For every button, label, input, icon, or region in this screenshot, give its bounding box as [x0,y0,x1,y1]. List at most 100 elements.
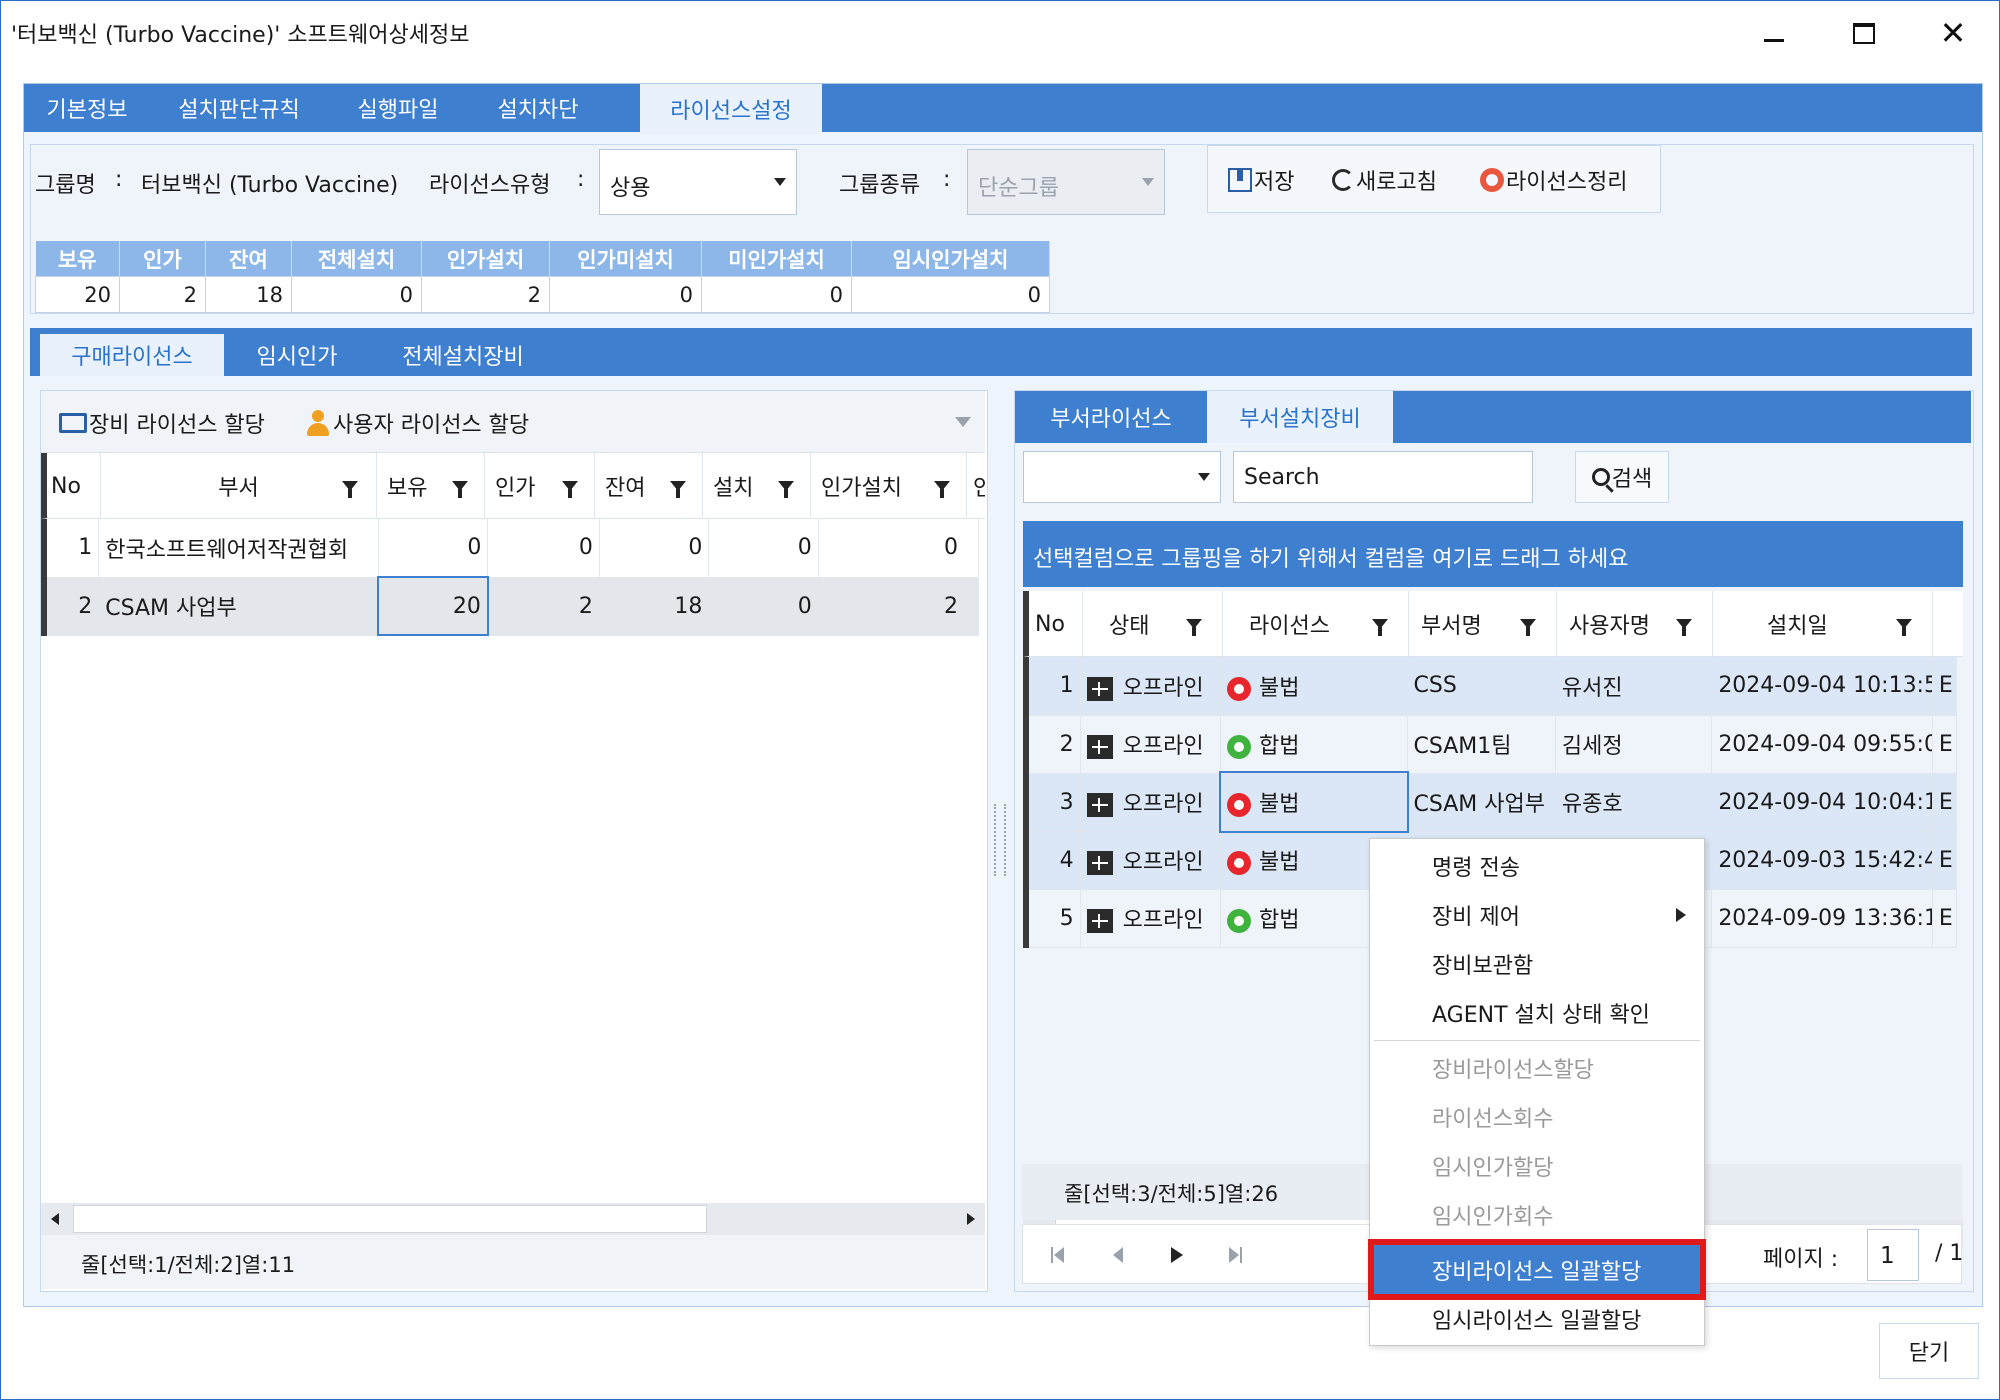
cell-extra: E [1932,657,1958,716]
filter-icon[interactable] [342,481,358,498]
col-header-user-name[interactable]: 사용자명 [1557,591,1713,657]
first-page-icon[interactable] [1051,1247,1065,1263]
status-text: 오프라인 [1122,908,1204,933]
cell-owned[interactable]: 20 [377,576,489,636]
maximize-button[interactable] [1834,9,1894,57]
col-header-installed[interactable]: 설치 [703,453,811,519]
table-row[interactable]: 3 오프라인 불법 CSAM 사업부 유종호 2024-09-04 10:04:12 E [1026,771,1958,833]
license-type-select[interactable]: 상용 [599,149,797,215]
close-dialog-button[interactable]: 닫기 [1879,1323,1979,1379]
col-header-no[interactable]: No [1029,591,1083,657]
table-row[interactable]: 2 오프라인 합법 CSAM1팀 김세정 2024-09-04 09:55:07 E [1026,715,1958,774]
filter-icon[interactable] [452,481,468,498]
menu-item-bulk-temp-license-assign[interactable]: 임시라이선스 일괄할당 [1370,1294,1704,1343]
summary-header: 미인가설치 [701,241,852,277]
col-header-owned[interactable]: 보유 [377,453,485,519]
table-row[interactable]: 1 한국소프트웨어저작권협회 0 0 0 0 0 [44,519,980,578]
last-page-icon[interactable] [1229,1247,1243,1263]
license-text: 불법 [1259,850,1300,875]
group-name-sep: : [115,167,123,192]
tab-dept-license[interactable]: 부서라이선스 [1015,391,1207,443]
search-input[interactable]: Search [1233,451,1533,503]
filter-icon[interactable] [1520,619,1536,636]
close-window-button[interactable]: ✕ [1923,9,1983,57]
refresh-icon [1332,169,1354,191]
tab-install-rules[interactable]: 설치판단규칙 [150,84,328,132]
license-text: 불법 [1259,792,1300,817]
col-header-dept-name[interactable]: 부서명 [1409,591,1557,657]
cell-installed: 0 [708,577,819,636]
collapse-toolbar-icon[interactable] [955,417,971,427]
menu-item-send-command[interactable]: 명령 전송 [1370,841,1704,890]
right-tab-bar: 부서라이선스 부서설치장비 [1015,391,1971,443]
filter-icon[interactable] [562,481,578,498]
group-kind-label: 그룹종류 [839,173,920,198]
group-by-drop-area[interactable]: 선택컬럼으로 그룹핑을 하기 위해서 컬럼을 여기로 드래그 하세요 [1023,521,1963,587]
license-type-sep: : [577,167,585,192]
table-row[interactable]: 1 오프라인 불법 CSS 유서진 2024-09-04 10:13:58 E [1026,657,1958,716]
tab-basic-info[interactable]: 기본정보 [24,84,150,132]
summary-value: 2 [119,276,206,313]
tab-purchased-license[interactable]: 구매라이선스 [40,334,224,376]
offline-icon [1086,851,1113,875]
cell-installed: 0 [708,519,819,578]
prev-page-icon[interactable] [1113,1247,1123,1263]
tab-all-install-devices[interactable]: 전체설치장비 [370,334,556,376]
tab-temporary-auth[interactable]: 임시인가 [224,334,370,376]
window: '터보백신 (Turbo Vaccine)' 소프트웨어상세정보 ✕ 기본정보 … [0,0,2000,1400]
page-number-input[interactable]: 1 [1867,1229,1919,1281]
col-header-remaining[interactable]: 잔여 [595,453,703,519]
tab-executables[interactable]: 실행파일 [328,84,468,132]
left-horizontal-scrollbar[interactable] [41,1203,985,1235]
filter-icon[interactable] [1676,619,1692,636]
scroll-left-icon[interactable] [51,1213,59,1225]
filter-select[interactable] [1023,451,1221,503]
tab-install-block[interactable]: 설치차단 [468,84,608,132]
menu-item-device-control[interactable]: 장비 제어 [1370,890,1704,939]
filter-icon[interactable] [934,481,950,498]
col-header-authorized[interactable]: 인가 [485,453,595,519]
filter-icon[interactable] [1372,619,1388,636]
device-license-assign-button[interactable]: 장비 라이선스 할당 [59,407,265,439]
next-page-icon[interactable] [1171,1247,1183,1263]
license-text: 합법 [1259,734,1300,759]
tab-dept-installed-devices[interactable]: 부서설치장비 [1207,391,1393,443]
col-header-auth-installed[interactable]: 인가설치 [811,453,967,519]
search-button[interactable]: 검색 [1575,451,1669,503]
filter-icon[interactable] [1896,619,1912,636]
filter-icon[interactable] [778,481,794,498]
menu-item-device-storage[interactable]: 장비보관함 [1370,939,1704,988]
table-row[interactable]: 2 CSAM 사업부 20 2 18 0 2 [44,576,980,636]
group-kind-sep: : [943,167,951,192]
col-header-user-name-label: 사용자명 [1569,614,1650,639]
license-cleanup-button[interactable]: 라이선스정리 [1480,164,1627,196]
save-button[interactable]: 저장 [1228,164,1294,196]
summary-header-row: 보유 인가 잔여 전체설치 인가설치 인가미설치 미인가설치 임시인가설치 [35,241,1050,277]
col-header-status[interactable]: 상태 [1083,591,1223,657]
col-header-dept-name-label: 부서명 [1421,614,1482,639]
col-header-authorized-label: 인가 [495,476,536,501]
col-header-dept[interactable]: 부서 [101,453,377,519]
filter-icon[interactable] [1186,619,1202,636]
col-header-license-label: 라이선스 [1249,614,1330,639]
cell-status: 오프라인 [1080,657,1222,716]
title-bar[interactable]: '터보백신 (Turbo Vaccine)' 소프트웨어상세정보 ✕ [1,1,2000,65]
col-header-license[interactable]: 라이선스 [1223,591,1409,657]
license-state-icon [1227,676,1252,701]
minimize-icon [1764,38,1784,42]
menu-item-bulk-device-license-assign[interactable]: 장비라이선스 일괄할당 [1368,1239,1706,1300]
user-license-assign-button[interactable]: 사용자 라이선스 할당 [305,407,529,439]
col-header-install-date[interactable]: 설치일 [1713,591,1933,657]
filter-icon[interactable] [670,481,686,498]
tab-license-settings[interactable]: 라이선스설정 [640,84,822,134]
summary-header: 임시인가설치 [851,241,1050,277]
col-header-extra[interactable]: 인 [967,453,985,519]
refresh-button[interactable]: 새로고침 [1332,164,1437,196]
col-header-no[interactable]: No [47,453,101,519]
menu-item-agent-status[interactable]: AGENT 설치 상태 확인 [1370,988,1704,1037]
scroll-right-icon[interactable] [967,1213,975,1225]
summary-header: 인가 [119,241,206,277]
minimize-button[interactable] [1744,9,1804,57]
scroll-thumb[interactable] [73,1205,707,1233]
pane-splitter[interactable] [994,804,1006,876]
